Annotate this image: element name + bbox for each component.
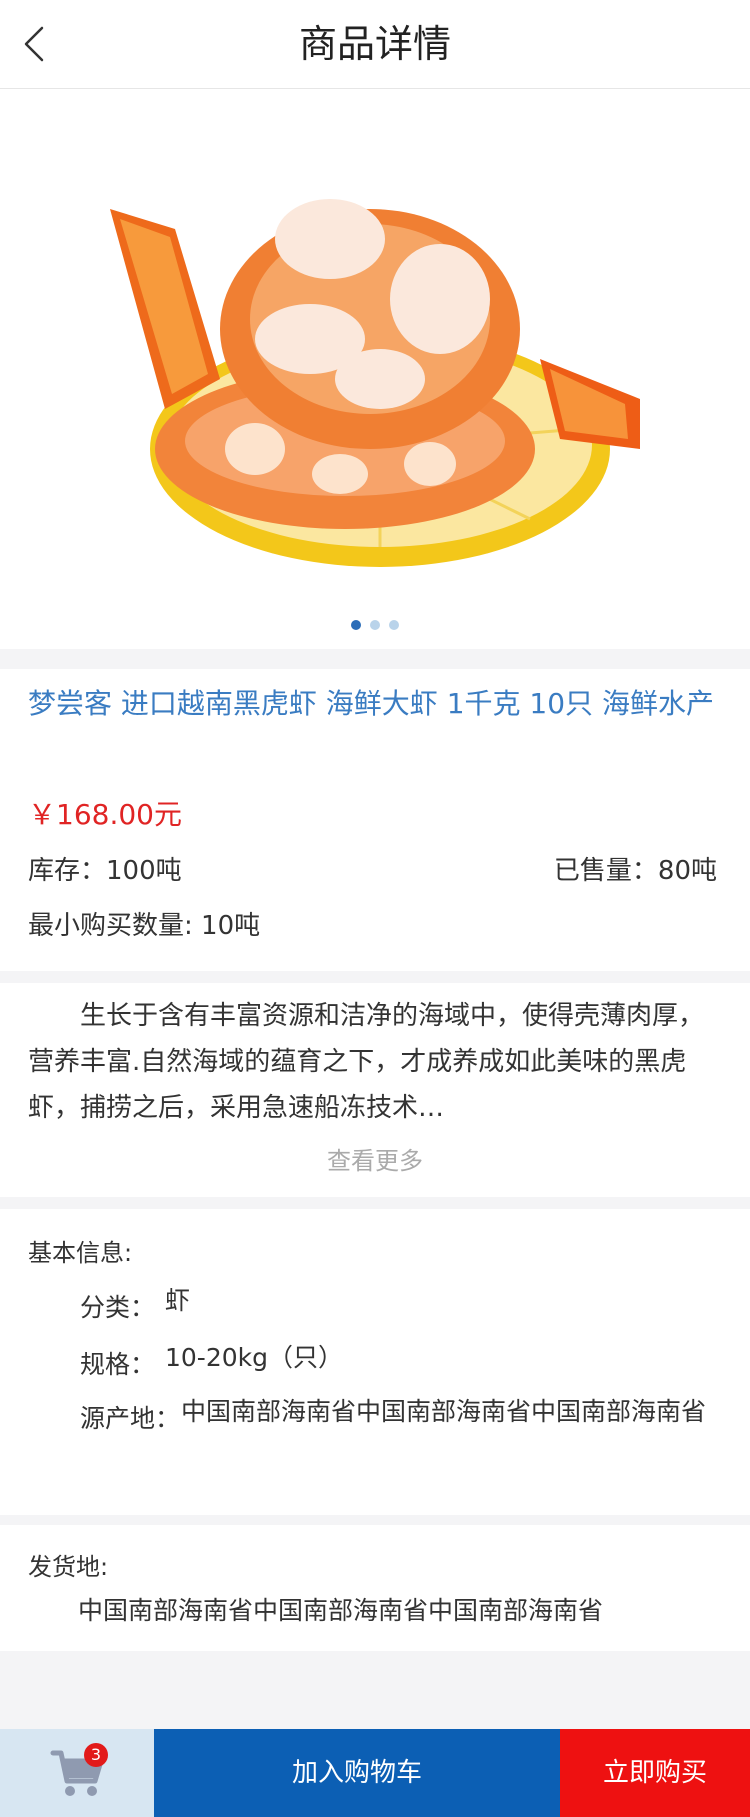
shipping-origin-section: 发货地: 中国南部海南省中国南部海南省中国南部海南省 [0, 1525, 750, 1651]
page-title: 商品详情 [298, 22, 451, 66]
minimum-purchase-quantity: 最小购买数量: 10吨 [28, 911, 261, 941]
shipping-value: 中国南部海南省中国南部海南省中国南部海南省 [78, 1596, 604, 1625]
sold-count: 已售量：80吨 [553, 856, 717, 886]
stock-count: 库存：100吨 [28, 856, 182, 886]
carousel-dot-1[interactable] [351, 620, 361, 630]
carousel-dot-2[interactable] [370, 620, 380, 630]
origin-value: 中国南部海南省中国南部海南省中国南部海南省 [181, 1397, 707, 1426]
view-more-link[interactable]: 查看更多 [0, 1141, 750, 1176]
product-price: ￥168.00元 [28, 798, 182, 831]
shipping-heading: 发货地: [28, 1553, 109, 1581]
product-description-section: 生长于含有丰富资源和洁净的海域中，使得壳薄肉厚，营养丰富.自然海域的蕴育之下，才… [0, 983, 750, 1197]
product-info-section: 梦尝客 进口越南黑虎虾 海鲜大虾 1千克 10只 海鲜水产 ￥168.00元 库… [0, 669, 750, 971]
cart-button[interactable]: 3 [0, 1729, 154, 1817]
cart-count-badge: 3 [84, 1743, 108, 1767]
product-gallery[interactable] [0, 89, 750, 649]
description-text: 生长于含有丰富资源和洁净的海域中，使得壳薄肉厚，营养丰富.自然海域的蕴育之下，才… [28, 1001, 705, 1123]
bottom-action-bar: 3 加入购物车 立即购买 [0, 1729, 750, 1817]
product-image [110, 199, 640, 567]
origin-label: 源产地： [80, 1404, 181, 1433]
category-value: 虾 [165, 1286, 191, 1315]
carousel-indicator [0, 620, 750, 630]
add-to-cart-button[interactable]: 加入购物车 [154, 1729, 560, 1817]
product-title: 梦尝客 进口越南黑虎虾 海鲜大虾 1千克 10只 海鲜水产 [28, 687, 714, 720]
basic-info-heading: 基本信息: [28, 1239, 133, 1267]
spec-value: 10-20kg（只） [165, 1343, 343, 1372]
top-nav-bar: 商品详情 [0, 0, 750, 89]
basic-info-section: 基本信息: 分类： 虾 规格： 10-20kg（只） 源产地： 中国南部海南省中… [0, 1209, 750, 1515]
carousel-dot-3[interactable] [389, 620, 399, 630]
spec-label: 规格： [80, 1350, 156, 1379]
category-label: 分类： [80, 1293, 156, 1322]
buy-now-button[interactable]: 立即购买 [560, 1729, 750, 1817]
